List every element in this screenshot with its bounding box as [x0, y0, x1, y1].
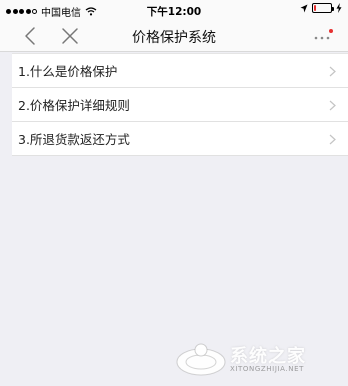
- phone-screen: 中国电信 下午12:00 价格保护系统 1.什么是价格保护 2.价格保护详细规则…: [0, 0, 348, 386]
- status-right: [300, 3, 342, 13]
- watermark-logo-icon: [176, 343, 226, 376]
- status-bar: 中国电信 下午12:00: [0, 0, 348, 20]
- location-arrow-icon: [300, 4, 308, 12]
- notification-dot: [329, 29, 333, 33]
- list-item-label: 3.所退货款返还方式: [18, 132, 130, 147]
- list-item[interactable]: 1.什么是价格保护: [12, 54, 348, 88]
- chevron-right-icon: [329, 134, 336, 145]
- chevron-left-icon[interactable]: [20, 25, 42, 47]
- list-item[interactable]: 2.价格保护详细规则: [12, 88, 348, 122]
- watermark-subtext: XITONGZHIJIA.NET: [230, 365, 304, 373]
- list-item[interactable]: 3.所退货款返还方式: [12, 122, 348, 156]
- list-item-label: 1.什么是价格保护: [18, 64, 118, 79]
- chevron-right-icon: [329, 66, 336, 77]
- watermark: 系统之家 XITONGZHIJIA.NET: [172, 338, 342, 382]
- charging-bolt-icon: [336, 3, 342, 13]
- list-item-label: 2.价格保护详细规则: [18, 98, 130, 113]
- battery-icon: [312, 3, 334, 13]
- status-time: 下午12:00: [146, 6, 202, 18]
- nav-bar: 价格保护系统: [0, 20, 348, 52]
- more-dots-icon[interactable]: [312, 26, 334, 46]
- page-title: 价格保护系统: [132, 30, 216, 46]
- close-icon[interactable]: [60, 26, 80, 46]
- menu-list: 1.什么是价格保护 2.价格保护详细规则 3.所退货款返还方式: [12, 53, 348, 156]
- chevron-right-icon: [329, 100, 336, 111]
